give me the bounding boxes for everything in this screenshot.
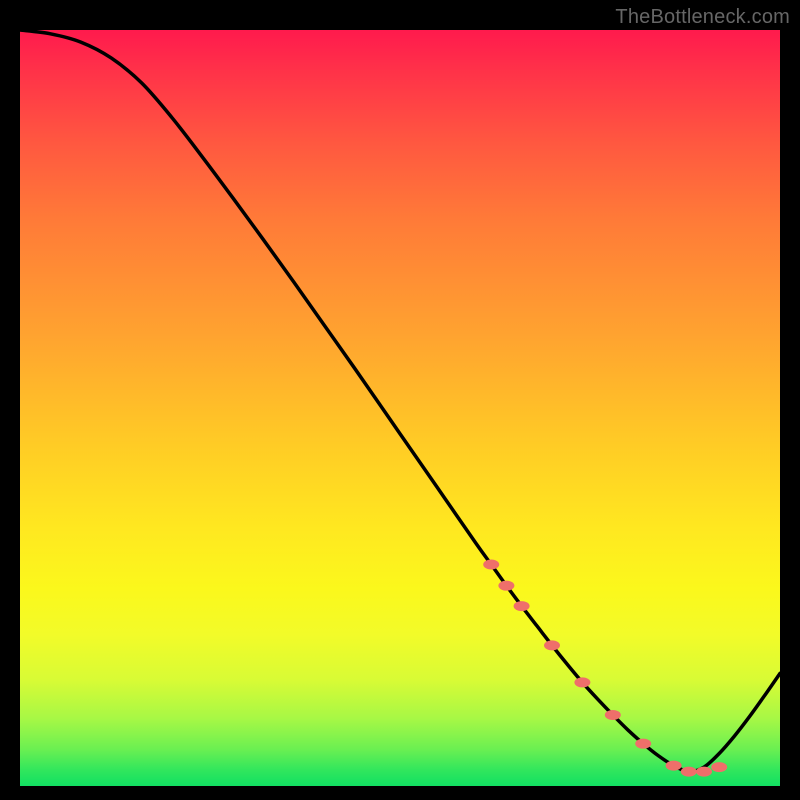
chart-marker <box>483 559 499 569</box>
chart-curve <box>20 30 780 772</box>
chart-marker <box>696 767 712 777</box>
chart-stage: TheBottleneck.com <box>0 0 800 800</box>
chart-marker <box>711 762 727 772</box>
chart-marker <box>681 767 697 777</box>
chart-marker <box>605 710 621 720</box>
chart-marker <box>574 677 590 687</box>
chart-marker <box>498 581 514 591</box>
chart-svg <box>20 30 780 786</box>
chart-marker <box>635 739 651 749</box>
chart-marker <box>544 640 560 650</box>
watermark-text: TheBottleneck.com <box>615 6 790 29</box>
chart-plot-area <box>20 30 780 786</box>
chart-marker <box>666 761 682 771</box>
chart-marker <box>514 601 530 611</box>
